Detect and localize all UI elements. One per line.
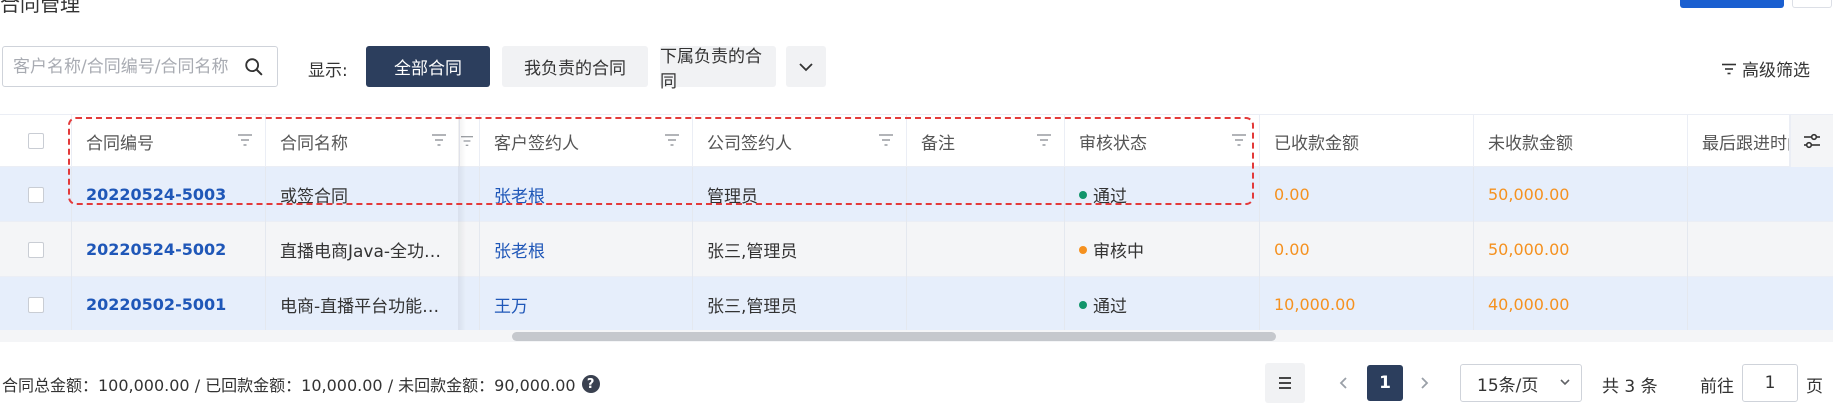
tab-subordinate-contracts[interactable]: 下属负责的合同 <box>660 46 776 92</box>
chevron-left-icon <box>1339 377 1347 389</box>
more-tabs-button[interactable] <box>786 46 826 87</box>
goto-unit: 页 <box>1806 377 1823 397</box>
amount-summary: 合同总金额：100,000.00 / 已回款金额：10,000.00 / 未回款… <box>2 372 600 396</box>
status-label: 通过 <box>1093 297 1127 317</box>
column-header-label: 已收款金额 <box>1274 133 1359 154</box>
page-size-select[interactable]: 15条/页 <box>1460 364 1582 402</box>
chevron-down-icon <box>1560 379 1570 386</box>
list-icon <box>1279 377 1291 389</box>
tab-my-contracts[interactable]: 我负责的合同 <box>502 46 648 87</box>
status-cell: 通过 <box>1065 277 1260 332</box>
table-row[interactable]: 20220524-5002 直播电商Java-全功… 张老根 张三,管理员 审核… <box>0 222 1833 277</box>
page-size-label: 15条/页 <box>1477 375 1539 396</box>
total-count: 共 3 条 <box>1602 377 1658 397</box>
company-signer-cell: 张三,管理员 <box>693 277 907 332</box>
row-select-cell <box>0 222 72 277</box>
received-amount-cell: 10,000.00 <box>1260 277 1474 332</box>
sliders-icon <box>1804 133 1820 149</box>
column-settings-button[interactable] <box>1790 115 1833 167</box>
row-checkbox[interactable] <box>27 241 44 258</box>
row-select-cell <box>0 167 72 222</box>
next-page-button[interactable] <box>1410 363 1438 403</box>
chevron-right-icon <box>1421 377 1429 389</box>
amount-summary-text: 合同总金额：100,000.00 / 已回款金额：10,000.00 / 未回款… <box>2 376 576 395</box>
remark-cell <box>907 222 1065 277</box>
help-icon[interactable]: ? <box>581 375 600 393</box>
tab-all-contracts[interactable]: 全部合同 <box>366 46 490 87</box>
contract-no-link[interactable]: 20220524-5002 <box>72 222 266 277</box>
received-amount-cell: 0.00 <box>1260 167 1474 222</box>
status-cell: 审核中 <box>1065 222 1260 277</box>
last-follow-cell <box>1688 167 1833 222</box>
chevron-down-icon <box>799 62 813 71</box>
column-header-received[interactable]: 已收款金额 <box>1260 115 1474 167</box>
customer-signer-link[interactable]: 王万 <box>480 277 693 332</box>
company-signer-cell: 张三,管理员 <box>693 222 907 277</box>
select-all-cell <box>0 115 72 167</box>
column-header-unreceived[interactable]: 未收款金额 <box>1474 115 1688 167</box>
advanced-filter-button[interactable]: 高级筛选 <box>1722 56 1810 81</box>
contract-name-cell: 直播电商Java-全功… <box>266 222 480 277</box>
column-header-last-follow[interactable]: 最后跟进时间 <box>1688 115 1790 167</box>
horizontal-scrollbar-thumb[interactable] <box>512 332 1276 341</box>
row-checkbox[interactable] <box>27 296 44 313</box>
search-box[interactable] <box>2 46 278 87</box>
received-amount-cell: 0.00 <box>1260 222 1474 277</box>
column-header-label: 未收款金额 <box>1488 133 1573 154</box>
primary-action-button[interactable] <box>1680 0 1784 8</box>
goto-label: 前往 <box>1700 377 1734 397</box>
unreceived-amount-cell: 50,000.00 <box>1474 222 1688 277</box>
filter-label: 显示: <box>308 61 348 81</box>
select-all-checkbox[interactable] <box>27 133 44 149</box>
advanced-filter-label: 高级筛选 <box>1742 61 1810 81</box>
goto-page-input[interactable] <box>1742 364 1798 402</box>
status-dot-pass <box>1079 300 1087 309</box>
prev-page-button[interactable] <box>1330 363 1358 403</box>
pager-menu-button[interactable] <box>1265 363 1305 403</box>
status-dot-pending <box>1079 245 1087 254</box>
search-icon[interactable] <box>243 56 265 78</box>
highlight-annotation <box>68 117 1254 205</box>
row-select-cell <box>0 277 72 332</box>
unreceived-amount-cell: 50,000.00 <box>1474 167 1688 222</box>
search-input[interactable] <box>13 56 239 77</box>
unreceived-amount-cell: 40,000.00 <box>1474 277 1688 332</box>
customer-signer-link[interactable]: 张老根 <box>480 222 693 277</box>
remark-cell <box>907 277 1065 332</box>
table-row[interactable]: 20220502-5001 电商-直播平台功能… 王万 张三,管理员 通过 10… <box>0 277 1833 332</box>
page-title: 合同管理 <box>0 0 80 16</box>
current-page-button[interactable]: 1 <box>1367 365 1403 401</box>
last-follow-cell <box>1688 222 1833 277</box>
contract-no-link[interactable]: 20220502-5001 <box>72 277 266 332</box>
contract-name-cell: 电商-直播平台功能… <box>266 277 480 332</box>
last-follow-cell <box>1688 277 1833 332</box>
row-checkbox[interactable] <box>27 186 44 203</box>
secondary-action-button[interactable] <box>1792 0 1832 8</box>
filter-lines-icon <box>1722 63 1736 74</box>
column-header-label: 最后跟进时间 <box>1702 133 1789 154</box>
status-label: 审核中 <box>1093 242 1144 262</box>
